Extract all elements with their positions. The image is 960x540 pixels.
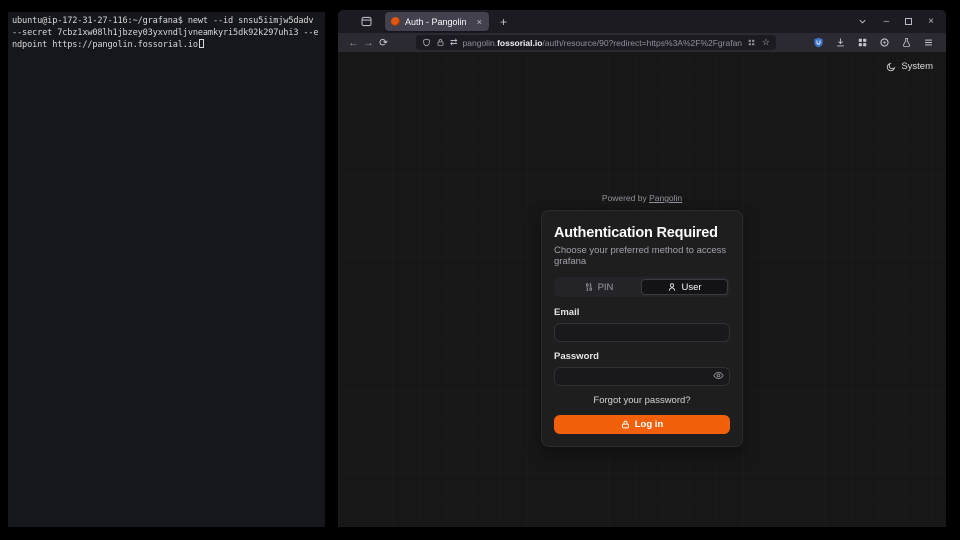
reload-button[interactable]: ⟳ bbox=[376, 37, 391, 49]
urlbar-actions: ☆ bbox=[747, 37, 770, 48]
tab-auth-pangolin[interactable]: Auth - Pangolin × bbox=[385, 12, 489, 31]
card-subtitle: Choose your preferred method to access g… bbox=[554, 245, 730, 267]
tab-title: Auth - Pangolin bbox=[405, 17, 471, 27]
browser-window: Auth - Pangolin × + – × ← → ⟳ bbox=[338, 10, 946, 527]
window-close-button[interactable]: × bbox=[928, 16, 934, 27]
shortcuts-grid-icon[interactable] bbox=[747, 38, 756, 47]
card-title: Authentication Required bbox=[554, 225, 730, 241]
list-tabs-chevron-icon[interactable] bbox=[857, 16, 868, 27]
back-button[interactable]: ← bbox=[346, 37, 361, 49]
tab-pin[interactable]: PIN bbox=[556, 279, 641, 295]
terminal-line: --secret 7cbz1xw08lh1jbzey03yxvndljvneam… bbox=[12, 27, 321, 39]
login-lock-icon bbox=[621, 420, 630, 429]
page-content: System Powered by Pangolin Authenticatio… bbox=[338, 52, 946, 527]
ublock-shield-icon[interactable] bbox=[813, 37, 824, 48]
user-icon bbox=[667, 282, 677, 292]
terminal-output: ubuntu@ip-172-31-27-116:~/grafana$ newt … bbox=[8, 12, 325, 54]
url-bar[interactable]: ⇄ pangolin.fossorial.io/auth/resource/90… bbox=[416, 35, 776, 50]
desktop: ubuntu@ip-172-31-27-116:~/grafana$ newt … bbox=[0, 0, 960, 540]
experiments-flask-icon[interactable] bbox=[901, 37, 912, 48]
tab-user[interactable]: User bbox=[641, 279, 728, 295]
terminal-line: ubuntu@ip-172-31-27-116:~/grafana$ newt … bbox=[12, 15, 321, 27]
lock-icon[interactable] bbox=[436, 38, 445, 47]
bookmark-star-icon[interactable]: ☆ bbox=[762, 37, 770, 48]
powered-by-text: Powered by bbox=[602, 193, 647, 203]
window-maximize-button[interactable] bbox=[905, 18, 912, 25]
terminal-line-text: ndpoint https://pangolin.fossorial.io bbox=[12, 40, 198, 50]
moon-icon bbox=[886, 62, 896, 72]
toolbar-extensions bbox=[813, 37, 934, 48]
privacy-ring-icon[interactable] bbox=[879, 37, 890, 48]
tab-user-label: User bbox=[681, 282, 701, 293]
email-label: Email bbox=[554, 307, 730, 318]
pin-keypad-icon bbox=[584, 282, 594, 292]
theme-toggle[interactable]: System bbox=[886, 61, 933, 72]
downloads-icon[interactable] bbox=[835, 37, 846, 48]
tracking-shield-icon[interactable] bbox=[422, 38, 431, 47]
forward-button[interactable]: → bbox=[361, 37, 376, 49]
terminal-window[interactable]: ubuntu@ip-172-31-27-116:~/grafana$ newt … bbox=[8, 12, 325, 527]
url-path: /auth/resource/90?redirect=https%3A%2F%2… bbox=[542, 38, 742, 48]
login-button-label: Log in bbox=[635, 419, 664, 430]
firefox-view-icon[interactable] bbox=[360, 15, 373, 28]
url-domain: fossorial.io bbox=[497, 38, 542, 48]
url-prefix: pangolin. bbox=[463, 38, 498, 48]
window-minimize-button[interactable]: – bbox=[884, 16, 890, 27]
tab-close-icon[interactable]: × bbox=[476, 17, 483, 27]
tab-pin-label: PIN bbox=[598, 282, 614, 293]
pangolin-link[interactable]: Pangolin bbox=[649, 193, 682, 203]
auth-method-tabs: PIN User bbox=[554, 277, 730, 297]
terminal-line: ndpoint https://pangolin.fossorial.io bbox=[12, 39, 321, 51]
new-tab-button[interactable]: + bbox=[500, 16, 507, 28]
password-field[interactable] bbox=[554, 367, 730, 386]
browser-toolbar: ← → ⟳ ⇄ pangolin.fossorial.io/auth/resou… bbox=[338, 33, 946, 52]
forgot-password-link[interactable]: Forgot your password? bbox=[554, 395, 730, 406]
auth-area: Powered by Pangolin Authentication Requi… bbox=[338, 193, 946, 447]
password-label: Password bbox=[554, 351, 730, 362]
menu-hamburger-icon[interactable] bbox=[923, 37, 934, 48]
email-field[interactable] bbox=[554, 323, 730, 342]
window-controls: – × bbox=[857, 16, 934, 27]
pangolin-favicon bbox=[391, 17, 400, 26]
powered-by: Powered by Pangolin bbox=[602, 193, 682, 203]
terminal-cursor bbox=[199, 39, 204, 48]
auth-card: Authentication Required Choose your pref… bbox=[541, 210, 743, 447]
theme-label: System bbox=[901, 61, 933, 72]
container-arrows-icon[interactable]: ⇄ bbox=[450, 37, 458, 48]
extensions-icon[interactable] bbox=[857, 37, 868, 48]
login-button[interactable]: Log in bbox=[554, 415, 730, 434]
tab-strip: Auth - Pangolin × + – × bbox=[338, 10, 946, 33]
password-visibility-icon[interactable] bbox=[713, 370, 724, 381]
url-text: pangolin.fossorial.io/auth/resource/90?r… bbox=[463, 38, 742, 48]
